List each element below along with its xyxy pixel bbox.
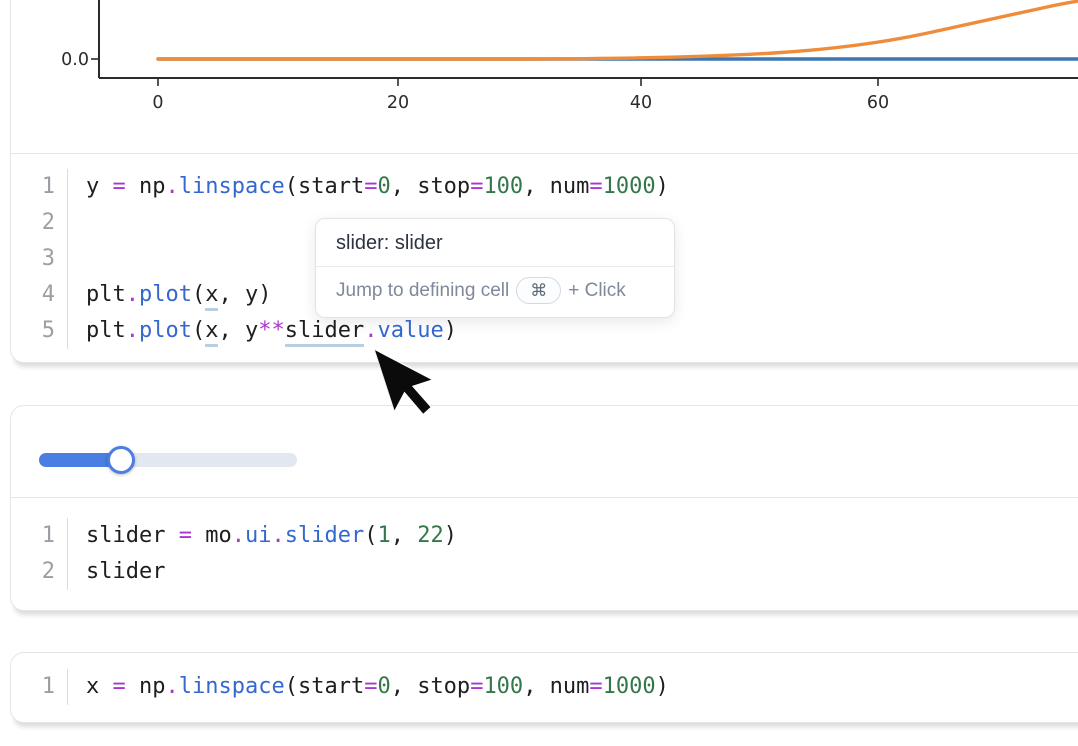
- y-tick-label: 0.0: [61, 50, 89, 70]
- x-tick-label: 60: [867, 93, 889, 113]
- line-number-gutter: 12: [11, 518, 68, 590]
- notebook-cell-slider: 12 slider = mo.ui.slider(1, 22)slider: [10, 405, 1078, 611]
- variable-hover-tooltip: slider: slider Jump to defining cell ⌘ +…: [315, 218, 675, 318]
- x-tick-label: 20: [387, 93, 409, 113]
- slider-widget-output: [11, 406, 1078, 498]
- code-content[interactable]: x = np.linspace(start=0, stop=100, num=1…: [68, 669, 669, 705]
- x-tick-label: 40: [630, 93, 652, 113]
- x-tick-label: 0: [152, 93, 163, 113]
- line-number-gutter: 1: [11, 669, 68, 705]
- tooltip-variable-name: slider: slider: [316, 219, 674, 266]
- series-orange-curve: [158, 0, 1078, 59]
- code-editor[interactable]: 12 slider = mo.ui.slider(1, 22)slider: [11, 498, 1078, 609]
- click-hint-label: + Click: [568, 280, 626, 302]
- marimo-notebook: { "plot": { "ytick": "0.0", "xticks": ["…: [0, 0, 1078, 746]
- line-number-gutter: 12345: [11, 169, 68, 349]
- slider-thumb[interactable]: [107, 446, 135, 474]
- jump-to-defining-cell-action[interactable]: Jump to defining cell ⌘ + Click: [316, 267, 674, 317]
- code-editor[interactable]: 1 x = np.linspace(start=0, stop=100, num…: [11, 653, 1078, 721]
- jump-action-label: Jump to defining cell: [336, 280, 509, 302]
- matplotlib-output: 0.0 0 20 40 60: [11, 0, 1078, 154]
- notebook-cell-x: 1 x = np.linspace(start=0, stop=100, num…: [10, 652, 1078, 723]
- code-content[interactable]: slider = mo.ui.slider(1, 22)slider: [68, 518, 457, 590]
- line-chart: 0.0 0 20 40 60: [11, 0, 1078, 153]
- slider-track[interactable]: [39, 453, 297, 467]
- command-key-icon: ⌘: [516, 277, 561, 304]
